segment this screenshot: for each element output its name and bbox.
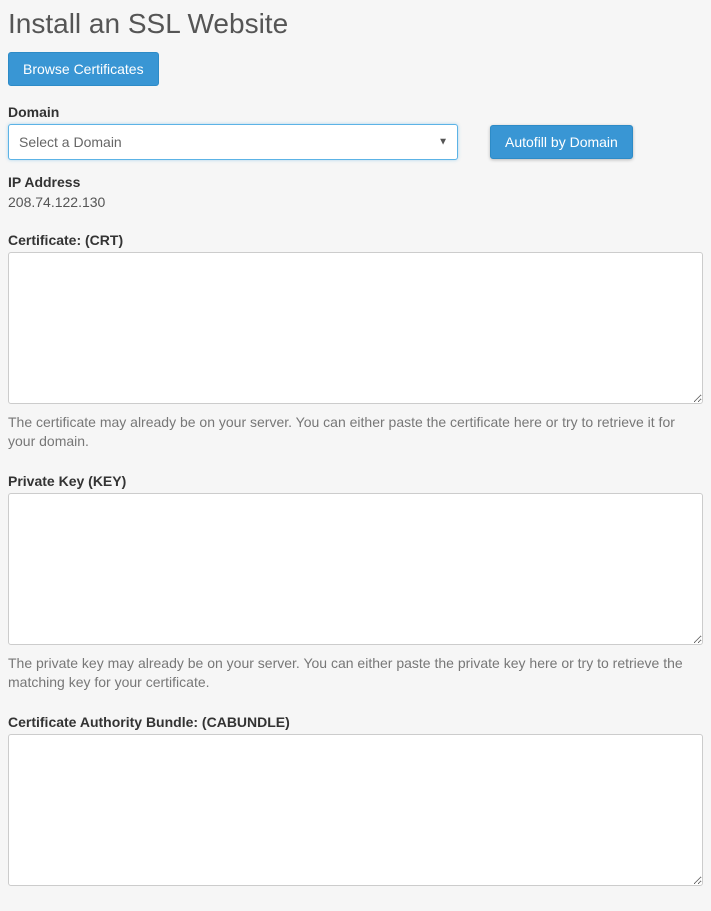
autofill-by-domain-button[interactable]: Autofill by Domain [490, 125, 633, 159]
ca-bundle-group: Certificate Authority Bundle: (CABUNDLE) [8, 714, 703, 889]
private-key-group: Private Key (KEY) The private key may al… [8, 473, 703, 692]
ip-address-group: IP Address 208.74.122.130 [8, 174, 703, 210]
domain-select[interactable]: Select a Domain [8, 124, 458, 160]
domain-label: Domain [8, 104, 703, 120]
certificate-help-text: The certificate may already be on your s… [8, 413, 703, 451]
ca-bundle-textarea[interactable] [8, 734, 703, 886]
certificate-label: Certificate: (CRT) [8, 232, 703, 248]
private-key-help-text: The private key may already be on your s… [8, 654, 703, 692]
browse-certificates-button[interactable]: Browse Certificates [8, 52, 159, 86]
private-key-label: Private Key (KEY) [8, 473, 703, 489]
ip-address-value: 208.74.122.130 [8, 194, 703, 210]
ip-address-label: IP Address [8, 174, 703, 190]
domain-group: Domain Select a Domain ▼ Autofill by Dom… [8, 104, 703, 160]
browse-certificates-row: Browse Certificates [8, 52, 703, 86]
domain-row: Select a Domain ▼ Autofill by Domain [8, 124, 703, 160]
private-key-textarea[interactable] [8, 493, 703, 645]
certificate-textarea[interactable] [8, 252, 703, 404]
certificate-group: Certificate: (CRT) The certificate may a… [8, 232, 703, 451]
ca-bundle-label: Certificate Authority Bundle: (CABUNDLE) [8, 714, 703, 730]
domain-select-wrap: Select a Domain ▼ [8, 124, 458, 160]
page-title: Install an SSL Website [8, 8, 703, 40]
